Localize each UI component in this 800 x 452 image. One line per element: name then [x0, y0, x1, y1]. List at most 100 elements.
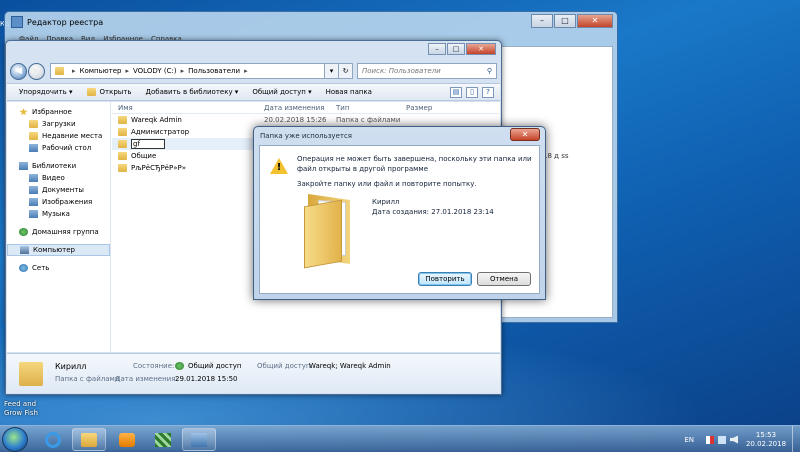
add-to-library-button[interactable]: Добавить в библиотеку ▾ — [146, 88, 239, 96]
show-desktop-button[interactable] — [792, 426, 800, 452]
command-bar: Упорядочить ▾ Открыть Добавить в библиот… — [7, 83, 500, 101]
music-library-icon — [29, 210, 38, 218]
breadcrumb-chevron-icon[interactable]: ▸ — [244, 67, 248, 75]
nav-recent-places[interactable]: Недавние места — [7, 130, 110, 142]
column-size[interactable]: Размер — [406, 104, 466, 112]
nav-desktop[interactable]: Рабочий стол — [7, 142, 110, 154]
nav-network-label: Сеть — [32, 264, 50, 272]
taskbar-media-player[interactable] — [110, 428, 144, 451]
breadcrumb-users[interactable]: Пользователи — [188, 67, 240, 75]
list-item-name-cell: Wareqk Admin — [112, 116, 264, 124]
search-input[interactable]: Поиск: Пользователи ⚲ — [357, 63, 497, 79]
recent-places-icon — [29, 132, 38, 140]
explorer-maximize-button[interactable]: □ — [447, 43, 465, 55]
regedit-partial-text: 18 д ss — [543, 152, 569, 160]
video-library-icon — [29, 174, 38, 182]
nav-video[interactable]: Видео — [7, 172, 110, 184]
rename-input[interactable]: gf — [131, 139, 165, 149]
taskbar-regedit[interactable] — [182, 428, 216, 451]
taskbar-ie[interactable] — [36, 428, 70, 451]
nav-pictures[interactable]: Изображения — [7, 196, 110, 208]
regedit-title: Редактор реестра — [27, 17, 104, 27]
details-name: Кирилл — [55, 362, 87, 371]
regedit-minimize-button[interactable]: – — [531, 14, 553, 28]
regedit-titlebar[interactable]: Редактор реестра — [5, 12, 617, 32]
open-button[interactable]: Открыть — [86, 88, 132, 96]
nav-desktop-label: Рабочий стол — [42, 144, 92, 152]
dialog-title: Папка уже используется — [260, 132, 353, 140]
flag-icon[interactable] — [706, 435, 714, 444]
arrow-right-icon: ▶ — [33, 66, 40, 76]
nav-network[interactable]: Сеть — [7, 262, 110, 274]
preview-pane-button[interactable]: ▯ — [466, 87, 478, 98]
clock-date: 20.02.2018 — [745, 439, 787, 448]
network-tray-icon[interactable] — [718, 435, 726, 444]
dialog-buttons: Повторить Отмена — [413, 272, 531, 286]
regedit-close-button[interactable]: ✕ — [577, 14, 613, 28]
regedit-maximize-button[interactable]: □ — [554, 14, 576, 28]
cancel-button[interactable]: Отмена — [477, 272, 531, 286]
dialog-close-button[interactable]: ✕ — [510, 128, 540, 141]
explorer-minimize-button[interactable]: – — [428, 43, 446, 55]
regedit-icon — [11, 16, 23, 28]
refresh-button[interactable]: ↻ — [339, 63, 353, 79]
internet-explorer-icon — [45, 431, 61, 448]
breadcrumb-chevron-icon[interactable]: ▸ — [72, 67, 76, 75]
column-type[interactable]: Тип — [336, 104, 406, 112]
nav-libraries[interactable]: Библиотеки — [7, 160, 110, 172]
list-item-type: Папка с файлами — [336, 116, 401, 124]
column-headers: Имя Дата изменения Тип Размер — [112, 102, 500, 114]
nav-documents[interactable]: Документы — [7, 184, 110, 196]
list-item-name-cell: gf — [112, 139, 264, 149]
new-folder-button[interactable]: Новая папка — [326, 88, 372, 96]
downloads-folder-icon — [29, 120, 38, 128]
folder-icon — [304, 193, 354, 269]
help-button[interactable]: ? — [482, 87, 494, 98]
list-item[interactable]: Wareqk Admin 20.02.2018 15:26 Папка с фа… — [112, 114, 500, 126]
share-with-button[interactable]: Общий доступ ▾ — [252, 88, 311, 96]
nav-downloads[interactable]: Загрузки — [7, 118, 110, 130]
folder-icon — [118, 116, 127, 124]
view-controls: ▤ ▯ ? — [446, 87, 494, 98]
details-pane: Кирилл Папка с файлами Состояние: Общий … — [7, 353, 500, 393]
taskbar-game[interactable] — [146, 428, 180, 451]
back-button[interactable]: ◀ — [10, 62, 27, 80]
address-dropdown-button[interactable]: ▾ — [325, 63, 339, 79]
breadcrumb-computer[interactable]: Компьютер — [80, 67, 122, 75]
nav-music[interactable]: Музыка — [7, 208, 110, 220]
nav-computer[interactable]: Компьютер — [7, 244, 110, 256]
refresh-icon: ↻ — [342, 67, 349, 75]
clock[interactable]: 15:53 20.02.2018 — [744, 431, 788, 449]
language-indicator[interactable]: EN — [684, 436, 694, 444]
shared-users-icon — [175, 362, 184, 370]
open-button-label: Открыть — [99, 88, 132, 96]
folder-in-use-dialog[interactable]: Папка уже используется ✕ ! Операция не м… — [253, 126, 546, 300]
nav-homegroup[interactable]: Домашняя группа — [7, 226, 110, 238]
folder-icon — [55, 67, 64, 75]
nav-favorites[interactable]: Избранное — [7, 106, 110, 118]
breadcrumb-chevron-icon[interactable]: ▸ — [181, 67, 185, 75]
volume-icon[interactable] — [730, 435, 738, 444]
change-view-button[interactable]: ▤ — [450, 87, 462, 98]
libraries-icon — [19, 162, 28, 170]
star-icon — [19, 108, 28, 116]
breadcrumb-chevron-icon[interactable]: ▸ — [125, 67, 129, 75]
clock-time: 15:53 — [755, 430, 777, 439]
search-placeholder: Поиск: Пользователи — [362, 67, 441, 75]
column-date-modified[interactable]: Дата изменения — [264, 104, 336, 112]
regedit-taskbar-icon — [191, 432, 207, 447]
explorer-close-button[interactable]: ✕ — [466, 43, 496, 55]
chevron-down-icon: ▾ — [329, 67, 334, 75]
nav-favorites-label: Избранное — [32, 108, 72, 116]
dialog-item-created: Дата создания: 27.01.2018 23:14 — [372, 208, 494, 216]
taskbar-explorer[interactable] — [72, 428, 106, 451]
retry-button[interactable]: Повторить — [418, 272, 472, 286]
desktop-shortcut-feed-and-grow-fish[interactable]: Feed and Grow Fish — [4, 400, 38, 418]
dialog-item-info: Кирилл Дата создания: 27.01.2018 23:14 — [372, 197, 494, 217]
breadcrumb-drive[interactable]: VOLODY (C:) — [133, 67, 177, 75]
column-name[interactable]: Имя — [112, 104, 264, 112]
forward-button[interactable]: ▶ — [28, 62, 45, 80]
organize-button[interactable]: Упорядочить ▾ — [19, 88, 73, 96]
address-bar[interactable]: ▸ Компьютер ▸ VOLODY (C:) ▸ Пользователи… — [50, 63, 325, 79]
start-button[interactable] — [2, 427, 28, 452]
